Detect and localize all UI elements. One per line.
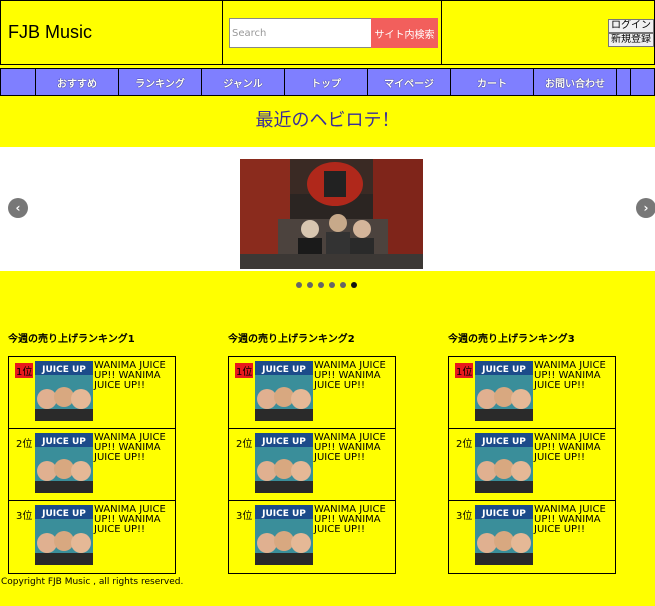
album-art[interactable]: JUICE UP [475,505,533,565]
ranking-item[interactable]: 2位 JUICE UP WANIMA JUICE UP!! WANIMA JUI… [9,429,175,501]
svg-text:JUICE UP: JUICE UP [41,437,86,447]
nav-item-top[interactable]: トップ [285,69,368,95]
ranking-list: 1位 JUICE UP WANIMA JUICE UP!! WANIMA JUI… [8,356,176,574]
search-area: サイト内検索 [223,1,442,64]
rank-label: 2位 [456,439,473,450]
site-search-button[interactable]: サイト内検索 [371,18,438,48]
ranking-section-1: 今週の売り上げランキング1 1位 JUICE UP WANIMA JUICE U… [8,330,178,574]
nav-spacer-left [1,69,36,95]
album-art[interactable]: JUICE UP [35,505,93,565]
ranking-title: 今週の売り上げランキング1 [8,334,135,345]
nav-item-mypage[interactable]: マイページ [368,69,451,95]
ranking-title: 今週の売り上げランキング2 [228,334,355,345]
rank-item-text[interactable]: WANIMA JUICE UP!! WANIMA JUICE UP!! [534,505,614,535]
ranking-title: 今週の売り上げランキング3 [448,334,575,345]
carousel-indicators [296,282,357,288]
nav-item-recommend[interactable]: おすすめ [36,69,119,95]
carousel-dot[interactable] [307,282,313,288]
svg-text:JUICE UP: JUICE UP [261,437,306,447]
rank-item-text[interactable]: WANIMA JUICE UP!! WANIMA JUICE UP!! [314,433,394,463]
rank-label: 1位 [235,363,254,378]
ranking-section-3: 今週の売り上げランキング3 1位 JUICE UP WANIMA JUICE U… [448,330,618,574]
rank-label: 3位 [456,511,473,522]
rank-label: 2位 [236,439,253,450]
carousel-slide-image [240,159,423,269]
carousel-dot[interactable] [340,282,346,288]
rank-item-text[interactable]: WANIMA JUICE UP!! WANIMA JUICE UP!! [94,433,174,463]
ranking-list: 1位 JUICE UP WANIMA JUICE UP!! WANIMA JUI… [448,356,616,574]
svg-text:JUICE UP: JUICE UP [261,509,306,519]
auth-buttons: ログイン 新規登録 [608,19,655,47]
section-heading: 最近のヘビロテ！ [255,110,400,131]
ranking-item[interactable]: 1位 JUICE UP WANIMA JUICE UP!! WANIMA JUI… [229,357,395,429]
album-art[interactable]: JUICE UP [475,361,533,421]
svg-text:JUICE UP: JUICE UP [261,365,306,375]
rank-item-text[interactable]: WANIMA JUICE UP!! WANIMA JUICE UP!! [534,361,614,391]
album-art[interactable]: JUICE UP [475,433,533,493]
rank-label: 3位 [236,511,253,522]
ranking-item[interactable]: 1位 JUICE UP WANIMA JUICE UP!! WANIMA JUI… [9,357,175,429]
ranking-item[interactable]: 3位 JUICE UP WANIMA JUICE UP!! WANIMA JUI… [9,501,175,573]
ranking-item[interactable]: 3位 JUICE UP WANIMA JUICE UP!! WANIMA JUI… [449,501,615,573]
album-art[interactable]: JUICE UP [35,361,93,421]
register-button[interactable]: 新規登録 [608,33,654,47]
chevron-left-icon[interactable]: ‹ [8,198,28,218]
chevron-right-icon[interactable]: › [636,198,655,218]
rank-label: 1位 [15,363,34,378]
site-header: FJB Music サイト内検索 ログイン 新規登録 [0,0,655,65]
album-art[interactable]: JUICE UP [255,433,313,493]
svg-text:JUICE UP: JUICE UP [41,509,86,519]
rank-item-text[interactable]: WANIMA JUICE UP!! WANIMA JUICE UP!! [94,505,174,535]
site-logo[interactable]: FJB Music [1,1,223,64]
rank-item-text[interactable]: WANIMA JUICE UP!! WANIMA JUICE UP!! [314,505,394,535]
ranking-item[interactable]: 2位 JUICE UP WANIMA JUICE UP!! WANIMA JUI… [229,429,395,501]
ranking-item[interactable]: 3位 JUICE UP WANIMA JUICE UP!! WANIMA JUI… [229,501,395,573]
nav-spacer-right [617,69,631,95]
nav-item-cart[interactable]: カート [451,69,534,95]
ranking-list: 1位 JUICE UP WANIMA JUICE UP!! WANIMA JUI… [228,356,396,574]
carousel-dot[interactable] [329,282,335,288]
svg-text:JUICE UP: JUICE UP [481,365,526,375]
search-input[interactable] [229,18,372,48]
main-nav: おすすめ ランキング ジャンル トップ マイページ カート お問い合わせ [0,68,655,96]
svg-text:JUICE UP: JUICE UP [41,365,86,375]
copyright-text: Copyright FJB Music , all rights reserve… [1,577,184,587]
login-button[interactable]: ログイン [608,19,654,33]
album-art[interactable]: JUICE UP [255,505,313,565]
carousel-dot[interactable] [296,282,302,288]
svg-text:JUICE UP: JUICE UP [481,509,526,519]
carousel-dot-active[interactable] [351,282,357,288]
rank-label: 3位 [16,511,33,522]
carousel: ‹ › [0,147,655,271]
rank-item-text[interactable]: WANIMA JUICE UP!! WANIMA JUICE UP!! [314,361,394,391]
album-art[interactable]: JUICE UP [255,361,313,421]
nav-item-genre[interactable]: ジャンル [202,69,285,95]
rank-label: 2位 [16,439,33,450]
nav-item-contact[interactable]: お問い合わせ [534,69,617,95]
ranking-item[interactable]: 2位 JUICE UP WANIMA JUICE UP!! WANIMA JUI… [449,429,615,501]
nav-item-ranking[interactable]: ランキング [119,69,202,95]
rank-item-text[interactable]: WANIMA JUICE UP!! WANIMA JUICE UP!! [94,361,174,391]
ranking-item[interactable]: 1位 JUICE UP WANIMA JUICE UP!! WANIMA JUI… [449,357,615,429]
ranking-section-2: 今週の売り上げランキング2 1位 JUICE UP WANIMA JUICE U… [228,330,398,574]
rank-item-text[interactable]: WANIMA JUICE UP!! WANIMA JUICE UP!! [534,433,614,463]
carousel-dot[interactable] [318,282,324,288]
svg-text:JUICE UP: JUICE UP [481,437,526,447]
album-art[interactable]: JUICE UP [35,433,93,493]
rank-label: 1位 [455,363,474,378]
